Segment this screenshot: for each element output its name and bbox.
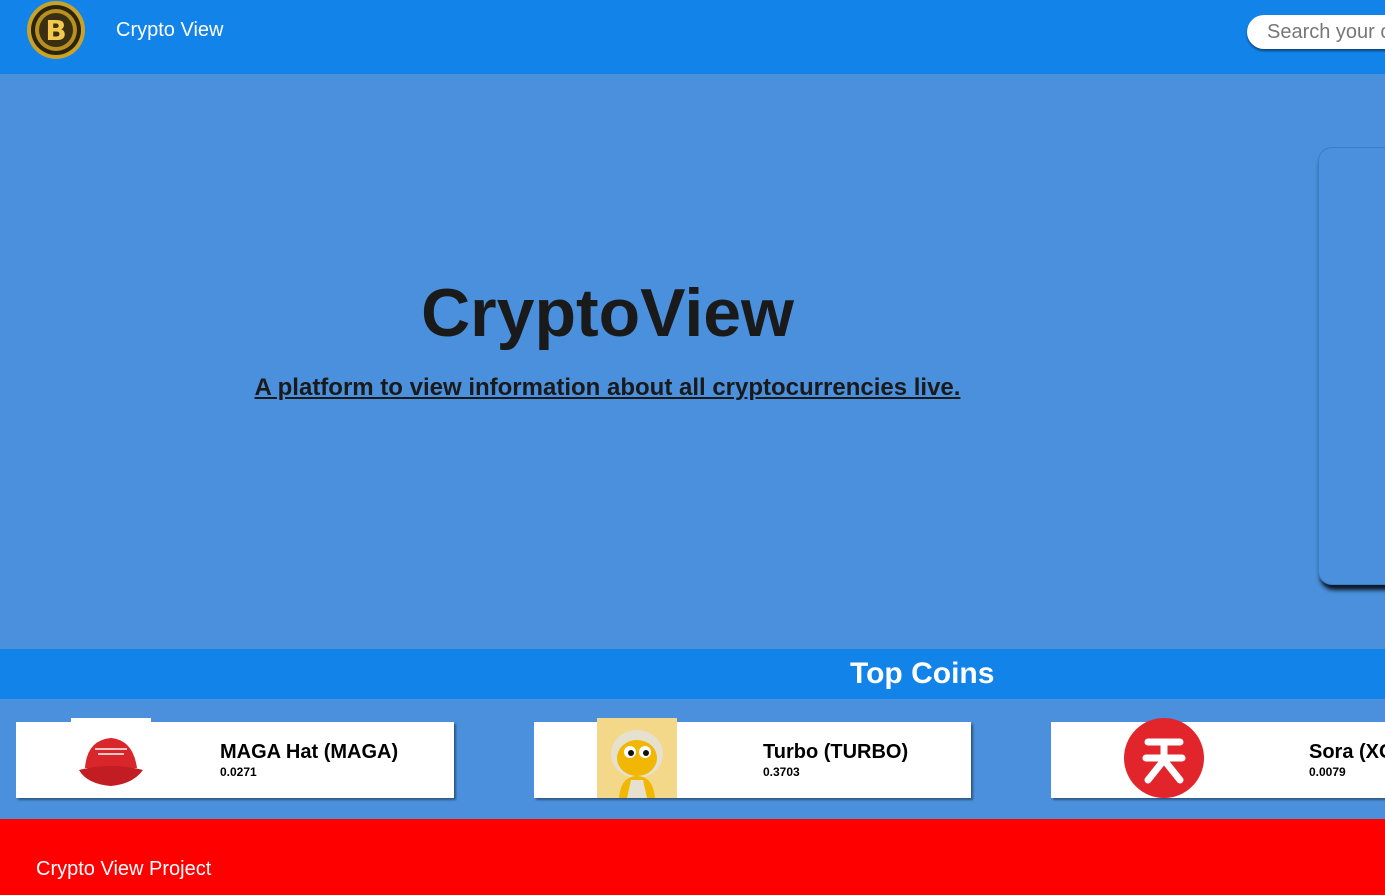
navbar: B Crypto View	[0, 0, 1385, 74]
side-panel-card	[1318, 147, 1385, 585]
footer-text: Crypto View Project	[36, 858, 212, 880]
sora-red-circle-icon	[1124, 718, 1204, 798]
red-maga-hat-icon	[71, 718, 151, 798]
hero-subtitle: A platform to view information about all…	[254, 374, 961, 401]
brand-link[interactable]: Crypto View	[116, 19, 223, 42]
hero-title: CryptoView	[421, 275, 794, 351]
top-coins-title: Top Coins	[850, 657, 995, 690]
coin-card[interactable]: Turbo (TURBO) 0.3703	[534, 718, 971, 798]
bitcoin-logo-icon[interactable]: B	[26, 0, 86, 60]
top-coins-header: Top Coins	[0, 649, 1385, 699]
turbo-frog-icon	[597, 718, 677, 798]
coin-price: 0.0271	[220, 765, 257, 779]
footer: Crypto View Project	[0, 819, 1385, 895]
coin-name: MAGA Hat (MAGA)	[220, 741, 399, 763]
hero-section: CryptoView A platform to view informatio…	[0, 74, 1385, 649]
coin-card[interactable]: MAGA Hat (MAGA) 0.0271	[16, 718, 454, 798]
coin-name: Sora (XO	[1309, 741, 1385, 763]
coin-price: 0.3703	[763, 765, 800, 779]
svg-text:B: B	[45, 14, 66, 47]
search-input[interactable]	[1247, 15, 1385, 49]
coin-card[interactable]: Sora (XO 0.0079	[1051, 718, 1385, 798]
coin-name: Turbo (TURBO)	[763, 741, 909, 763]
coin-price: 0.0079	[1309, 765, 1346, 779]
